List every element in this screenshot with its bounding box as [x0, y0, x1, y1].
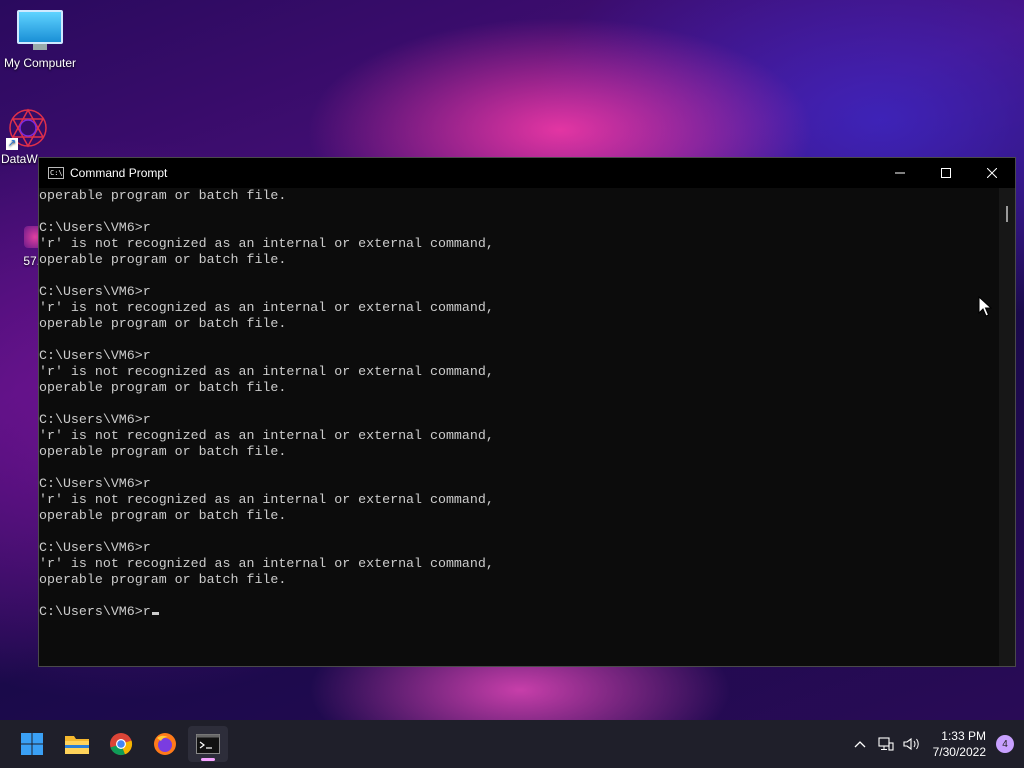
console-line: 'r' is not recognized as an internal or … — [39, 300, 494, 315]
datawrapper-icon: ↗ — [6, 106, 50, 150]
minimize-icon — [895, 172, 905, 174]
console-line: 'r' is not recognized as an internal or … — [39, 364, 494, 379]
desktop-icon-partial[interactable]: 57. — [4, 226, 46, 268]
console-line: 'r' is not recognized as an internal or … — [39, 556, 494, 571]
clock[interactable]: 1:33 PM 7/30/2022 — [933, 728, 986, 760]
console-line: C:\Users\VM6>r — [39, 476, 151, 491]
console-line: operable program or batch file. — [39, 380, 287, 395]
mouse-pointer-icon — [978, 296, 992, 317]
clock-time: 1:33 PM — [941, 729, 986, 743]
close-button[interactable] — [969, 158, 1015, 188]
maximize-icon — [941, 168, 951, 178]
console-line: C:\Users\VM6>r — [39, 412, 151, 427]
folder-icon — [65, 736, 89, 754]
window-title: Command Prompt — [70, 166, 168, 180]
console-line: C:\Users\VM6>r — [39, 348, 151, 363]
terminal-icon: C:\ — [48, 167, 64, 179]
monitor-icon — [17, 10, 63, 50]
desktop-icon-label: 57. — [23, 254, 40, 268]
console-line: operable program or batch file. — [39, 444, 287, 459]
text-cursor — [151, 612, 159, 615]
console-output[interactable]: operable program or batch file. C:\Users… — [39, 188, 999, 666]
console-line: operable program or batch file. — [39, 316, 287, 331]
notification-badge[interactable]: 4 — [996, 735, 1014, 753]
speaker-icon — [903, 737, 919, 751]
console-line: operable program or batch file. — [39, 252, 287, 267]
console-line: operable program or batch file. — [39, 508, 287, 523]
file-explorer-button[interactable] — [57, 726, 97, 762]
minimize-button[interactable] — [877, 158, 923, 188]
console-prompt-line[interactable]: C:\Users\VM6>r — [39, 604, 999, 620]
console-line: 'r' is not recognized as an internal or … — [39, 428, 494, 443]
system-tray: 1:33 PM 7/30/2022 4 — [847, 720, 1024, 768]
firefox-button[interactable] — [145, 726, 185, 762]
network-button[interactable] — [873, 729, 899, 759]
terminal-icon — [196, 734, 220, 754]
network-icon — [878, 737, 894, 751]
console-prompt: C:\Users\VM6>r — [39, 604, 151, 619]
start-button[interactable] — [12, 726, 52, 762]
console-line: operable program or batch file. — [39, 188, 287, 203]
command-prompt-window[interactable]: C:\ Command Prompt operable program or b… — [38, 157, 1016, 667]
chevron-up-icon — [854, 741, 866, 748]
firefox-icon — [154, 733, 176, 755]
command-prompt-taskbar-button[interactable] — [188, 726, 228, 762]
console-line: operable program or batch file. — [39, 572, 287, 587]
console-line: C:\Users\VM6>r — [39, 220, 151, 235]
console-line: 'r' is not recognized as an internal or … — [39, 492, 494, 507]
console-line: C:\Users\VM6>r — [39, 284, 151, 299]
vertical-scrollbar[interactable] — [999, 188, 1015, 666]
chrome-icon — [110, 733, 133, 756]
taskbar: 1:33 PM 7/30/2022 4 — [0, 720, 1024, 768]
close-icon — [987, 168, 997, 178]
scrollbar-thumb[interactable] — [1006, 206, 1008, 222]
shortcut-arrow-icon: ↗ — [6, 138, 18, 150]
volume-button[interactable] — [899, 729, 925, 759]
desktop-icon-my-computer[interactable]: My Computer — [0, 10, 80, 70]
console-line: C:\Users\VM6>r — [39, 540, 151, 555]
clock-date: 7/30/2022 — [932, 745, 986, 759]
windows-icon — [21, 733, 43, 755]
chrome-button[interactable] — [101, 726, 141, 762]
title-bar[interactable]: C:\ Command Prompt — [39, 158, 1015, 188]
show-hidden-icons-button[interactable] — [847, 729, 873, 759]
desktop-icon-label: My Computer — [3, 56, 77, 70]
console-line: 'r' is not recognized as an internal or … — [39, 236, 494, 251]
maximize-button[interactable] — [923, 158, 969, 188]
